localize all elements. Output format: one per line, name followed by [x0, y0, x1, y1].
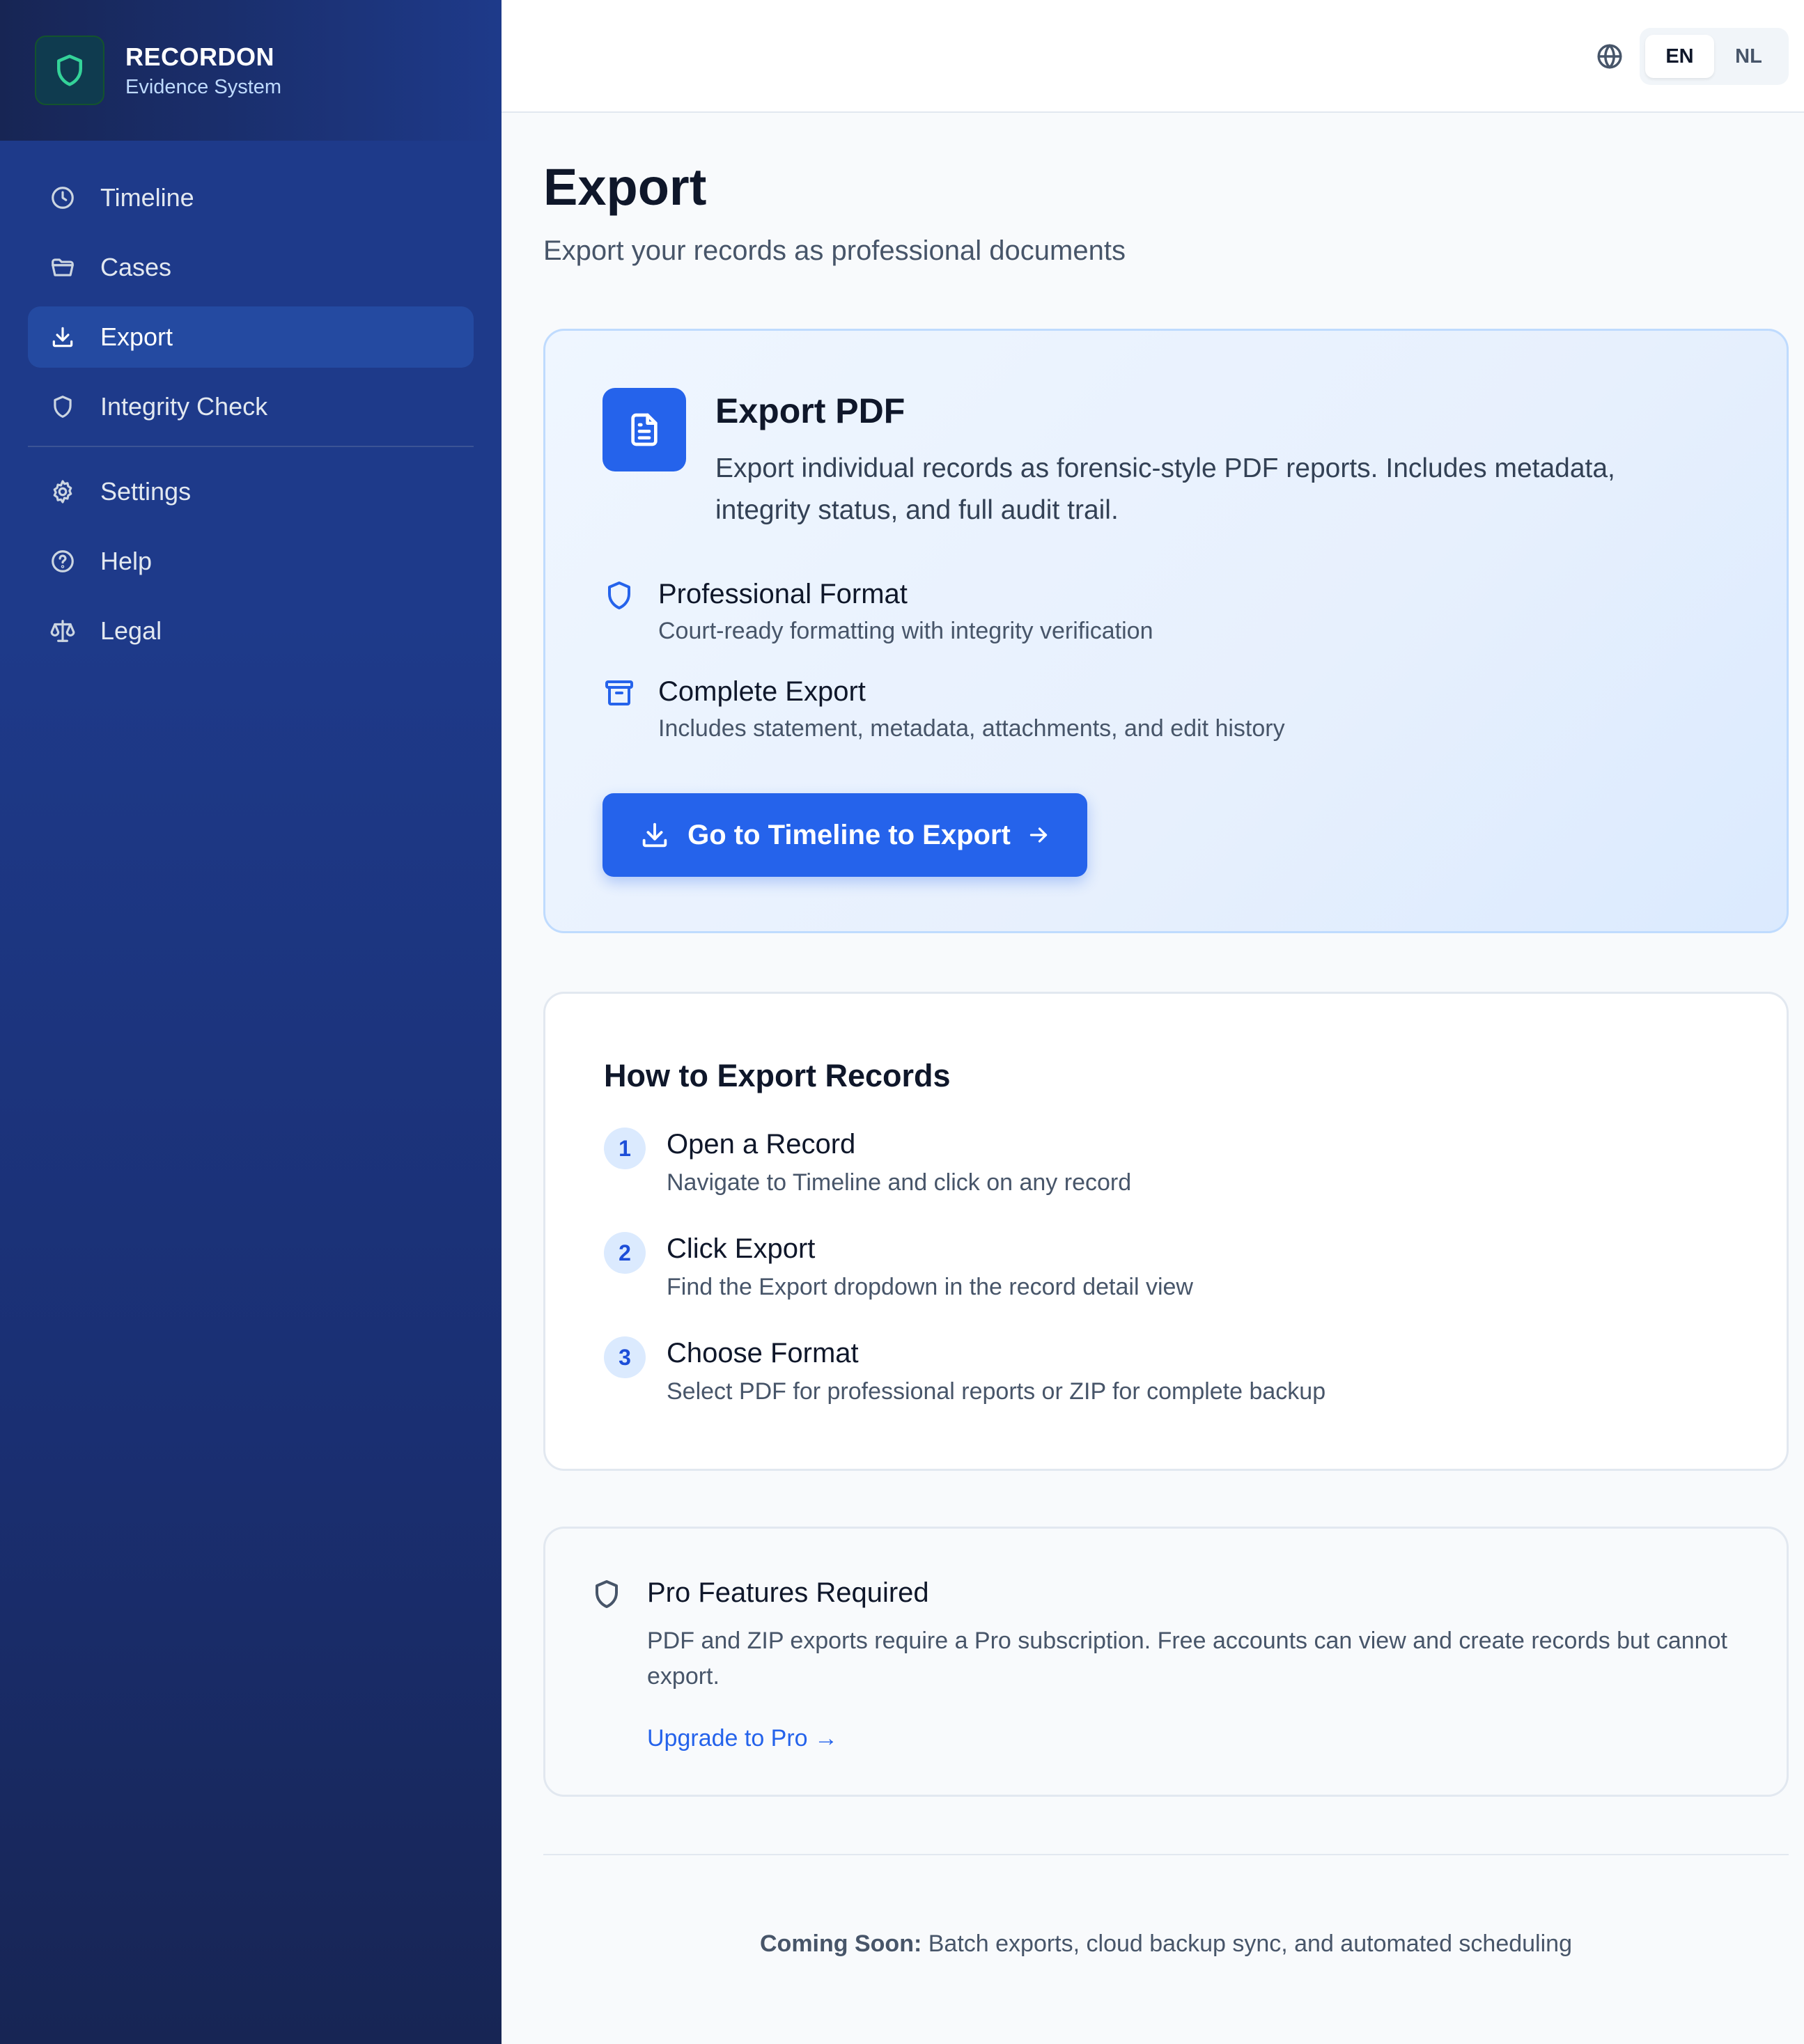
sidebar-item-export[interactable]: Export: [28, 306, 474, 368]
sidebar-item-settings[interactable]: Settings: [28, 461, 474, 522]
step-number: 2: [604, 1232, 646, 1274]
sidebar-item-label: Timeline: [100, 183, 194, 212]
sidebar-divider: [28, 446, 474, 447]
sidebar-item-label: Legal: [100, 616, 162, 645]
feature-title: Professional Format: [658, 579, 908, 609]
file-text-icon: [602, 388, 686, 471]
page-title: Export: [543, 158, 707, 216]
download-icon: [49, 323, 77, 351]
feature-title: Complete Export: [658, 676, 866, 707]
coming-soon-label: Coming Soon:: [760, 1930, 922, 1957]
feature-description: Includes statement, metadata, attachment…: [658, 715, 1285, 742]
sidebar-item-cases[interactable]: Cases: [28, 237, 474, 298]
how-to-export-card: How to Export Records 1 Open a Record Na…: [543, 992, 1789, 1471]
scale-icon: [49, 617, 77, 645]
go-to-timeline-export-button[interactable]: Go to Timeline to Export: [602, 793, 1087, 877]
footer-divider: [543, 1854, 1789, 1855]
pro-description: PDF and ZIP exports require a Pro subscr…: [647, 1628, 1727, 1690]
sidebar-item-label: Integrity Check: [100, 392, 268, 421]
step-title: Click Export: [667, 1233, 816, 1264]
sidebar-item-label: Cases: [100, 253, 172, 281]
step-description: Select PDF for professional reports or Z…: [667, 1378, 1326, 1405]
sidebar: RECORDON Evidence System Timeline Cases: [0, 0, 501, 2044]
coming-soon-text: Batch exports, cloud backup sync, and au…: [922, 1930, 1572, 1957]
sidebar-item-legal[interactable]: Legal: [28, 600, 474, 662]
sidebar-item-integrity-check[interactable]: Integrity Check: [28, 376, 474, 437]
sidebar-item-label: Help: [100, 547, 153, 575]
sidebar-nav: Timeline Cases Export Integrity Check Se…: [0, 0, 501, 670]
folder-icon: [49, 253, 77, 281]
lang-nl-button[interactable]: NL: [1714, 35, 1783, 78]
upgrade-to-pro-link[interactable]: Upgrade to Pro →: [647, 1725, 838, 1752]
sidebar-item-label: Settings: [100, 477, 192, 506]
shield-icon: [602, 579, 637, 614]
globe-icon: [1595, 42, 1624, 71]
step-description: Navigate to Timeline and click on any re…: [667, 1169, 1132, 1196]
step-title: Choose Format: [667, 1338, 859, 1368]
app-root: RECORDON Evidence System Timeline Cases: [0, 0, 1804, 2044]
feature-description: Court-ready formatting with integrity ve…: [658, 618, 1153, 644]
export-pdf-card: Export PDF Export individual records as …: [543, 329, 1789, 933]
export-pdf-title: Export PDF: [715, 391, 905, 430]
step-number: 3: [604, 1336, 646, 1378]
pro-features-card: Pro Features Required PDF and ZIP export…: [543, 1527, 1789, 1797]
cta-label: Go to Timeline to Export: [687, 819, 1011, 850]
sidebar-item-help[interactable]: Help: [28, 531, 474, 592]
sidebar-item-timeline[interactable]: Timeline: [28, 167, 474, 228]
shield-icon: [590, 1577, 625, 1612]
clock-icon: [49, 184, 77, 212]
step-title: Open a Record: [667, 1129, 856, 1160]
step-description: Find the Export dropdown in the record d…: [667, 1274, 1193, 1300]
coming-soon-note: Coming Soon: Batch exports, cloud backup…: [543, 1930, 1789, 1958]
arrow-right-icon: [1026, 822, 1051, 848]
topbar: EN NL: [501, 0, 1804, 113]
pro-title: Pro Features Required: [647, 1577, 929, 1608]
sidebar-item-label: Export: [100, 322, 173, 351]
gear-icon: [49, 478, 77, 506]
archive-icon: [602, 676, 637, 711]
page-subtitle: Export your records as professional docu…: [543, 235, 1126, 266]
help-circle-icon: [49, 547, 77, 575]
shield-icon: [49, 393, 77, 421]
language-toggle: EN NL: [1640, 28, 1789, 85]
export-pdf-description: Export individual records as forensic-st…: [715, 453, 1615, 525]
download-icon: [639, 819, 671, 851]
step-number: 1: [604, 1128, 646, 1169]
how-to-title: How to Export Records: [604, 1058, 951, 1093]
lang-en-button[interactable]: EN: [1645, 35, 1714, 78]
